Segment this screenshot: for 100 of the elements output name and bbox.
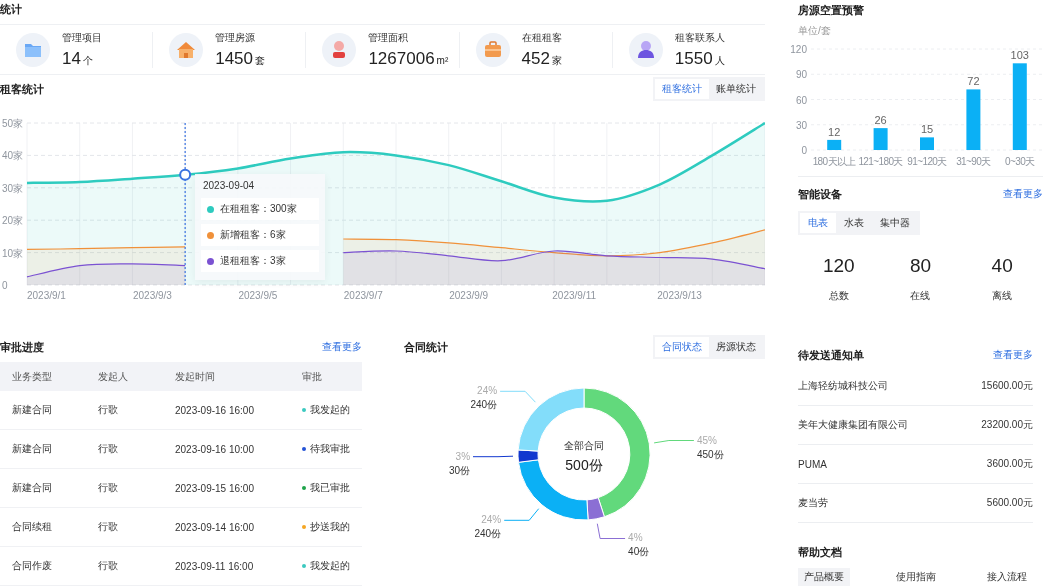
- count-label: 240份: [474, 528, 502, 540]
- device-tab[interactable]: 电表: [800, 213, 836, 233]
- tooltip-text: 退租租客：3家: [220, 254, 286, 268]
- stat-value: 1550 人: [674, 48, 725, 69]
- axis-label: 2023/9/11: [552, 290, 596, 301]
- tooltip-text: 新增租客：6家: [220, 228, 286, 242]
- unit-label: 单位/套: [797, 24, 832, 38]
- axis-label: 31~90天: [956, 156, 991, 167]
- help-tab[interactable]: 使用指南: [889, 568, 942, 586]
- notice-name: PUMA: [798, 458, 827, 470]
- view-more-link[interactable]: 查看更多: [1003, 187, 1043, 201]
- device-tab[interactable]: 集中器: [872, 213, 918, 233]
- bar: [827, 139, 842, 150]
- axis-label: 2023/9/9: [449, 290, 489, 301]
- count-label: 450份: [696, 448, 724, 460]
- section-title: 房源空置预警: [797, 3, 865, 18]
- notice-amount: 5600.00元: [986, 496, 1033, 510]
- axis-label: 40家: [2, 150, 24, 162]
- column-header: 发起时间: [175, 369, 216, 384]
- device-count: 40: [991, 255, 1013, 277]
- tooltip-date: 2023-09-04: [203, 180, 256, 191]
- table-cell-text: 行歌: [98, 403, 119, 417]
- stat-value: 452 家: [521, 48, 562, 69]
- table-cell-text: 新建合同: [12, 481, 53, 495]
- axis-label: 2023/9/5: [238, 290, 278, 301]
- axis-label: 60: [795, 94, 807, 106]
- notice-amount: 3600.00元: [986, 457, 1033, 471]
- stat-value: 14个: [62, 48, 94, 69]
- section-title: 统计: [0, 2, 22, 17]
- center-label: 全部合同: [564, 440, 604, 451]
- axis-label: 0: [2, 280, 8, 291]
- status-text: 抄送我的: [310, 520, 350, 534]
- section-title: 智能设备: [798, 186, 842, 202]
- status-text: 我已审批: [310, 481, 350, 495]
- table-cell-text: 2023-09-11 16:00: [175, 560, 255, 572]
- stat-value: 1450套: [215, 48, 266, 69]
- view-more-link[interactable]: 查看更多: [322, 340, 362, 354]
- device-count: 120: [822, 255, 855, 277]
- axis-label: 2023/9/13: [657, 290, 702, 301]
- count-label: 240份: [470, 399, 498, 411]
- value-label: 103: [1010, 49, 1029, 62]
- axis-label: 2023/9/7: [343, 290, 383, 301]
- axis-label: 30家: [2, 182, 24, 194]
- axis-label: 91~120天: [907, 156, 947, 167]
- value-label: 26: [874, 114, 887, 127]
- axis-label: 20家: [2, 215, 24, 227]
- table-cell-text: 行歌: [98, 481, 119, 495]
- column-header: 业务类型: [12, 369, 53, 384]
- hover-point: [179, 168, 192, 181]
- toggle-tab[interactable]: 账单统计: [709, 79, 763, 100]
- device-count-label: 离线: [992, 289, 1013, 303]
- device-count: 80: [909, 255, 932, 277]
- table-cell-text: 2023-09-16 10:00: [175, 443, 255, 455]
- stat-label: 管理房源: [215, 30, 257, 45]
- notice-amount: 15600.00元: [981, 379, 1033, 393]
- help-tab[interactable]: 产品概要: [798, 568, 850, 586]
- toggle-tab[interactable]: 租客统计: [655, 79, 709, 100]
- column-header: 审批: [302, 369, 323, 384]
- view-more-link[interactable]: 查看更多: [993, 348, 1033, 362]
- folder-icon: [16, 32, 50, 67]
- center-value: 500份: [565, 457, 603, 473]
- section-title: 待发送通知单: [798, 347, 864, 363]
- leader-line: [503, 508, 540, 521]
- axis-label: 90: [795, 69, 807, 81]
- table-cell-text: 行歌: [98, 520, 119, 534]
- section-title: 帮助文档: [798, 545, 843, 560]
- section-title: 租客统计: [0, 81, 44, 97]
- axis-label: 50家: [2, 118, 24, 129]
- value-label: 12: [828, 125, 841, 138]
- stat-label: 租客联系人: [674, 30, 725, 45]
- table-cell-text: 2023-09-16 16:00: [175, 404, 255, 416]
- table-cell-text: 行歌: [98, 559, 119, 573]
- table-cell-text: 新建合同: [12, 403, 53, 417]
- help-tab[interactable]: 接入流程: [981, 568, 1033, 586]
- percent-label: 4%: [628, 532, 643, 544]
- status-text: 我发起的: [310, 403, 350, 417]
- percent-label: 24%: [481, 514, 502, 526]
- count-label: 30份: [448, 464, 471, 476]
- axis-label: 2023/9/3: [132, 290, 172, 301]
- leader-line: [499, 390, 536, 403]
- person-icon: [628, 32, 663, 67]
- device-count-label: 总数: [828, 289, 849, 303]
- axis-label: 121~180天: [858, 156, 903, 167]
- value-label: 72: [967, 75, 980, 88]
- toggle-tab[interactable]: 房源状态: [709, 337, 763, 357]
- axis-label: 0~30天: [1005, 156, 1035, 167]
- status-text: 我发起的: [310, 559, 350, 573]
- tooltip-text: 在租租客：300家: [220, 202, 297, 216]
- table-cell-text: 新建合同: [12, 442, 53, 456]
- stat-label: 管理项目: [62, 30, 102, 45]
- count-label: 40份: [628, 546, 650, 558]
- notice-name: 美年大健康集团有限公司: [798, 418, 908, 432]
- stat-label: 管理面积: [368, 30, 410, 45]
- table-cell-text: 行歌: [98, 442, 119, 456]
- stat-label: 在租租客: [521, 30, 562, 45]
- toggle-tab[interactable]: 合同状态: [655, 337, 709, 357]
- device-tab[interactable]: 水表: [836, 213, 872, 233]
- axis-label: 120: [790, 44, 807, 55]
- device-count-label: 在线: [910, 289, 931, 303]
- axis-label: 2023/9/1: [27, 290, 66, 301]
